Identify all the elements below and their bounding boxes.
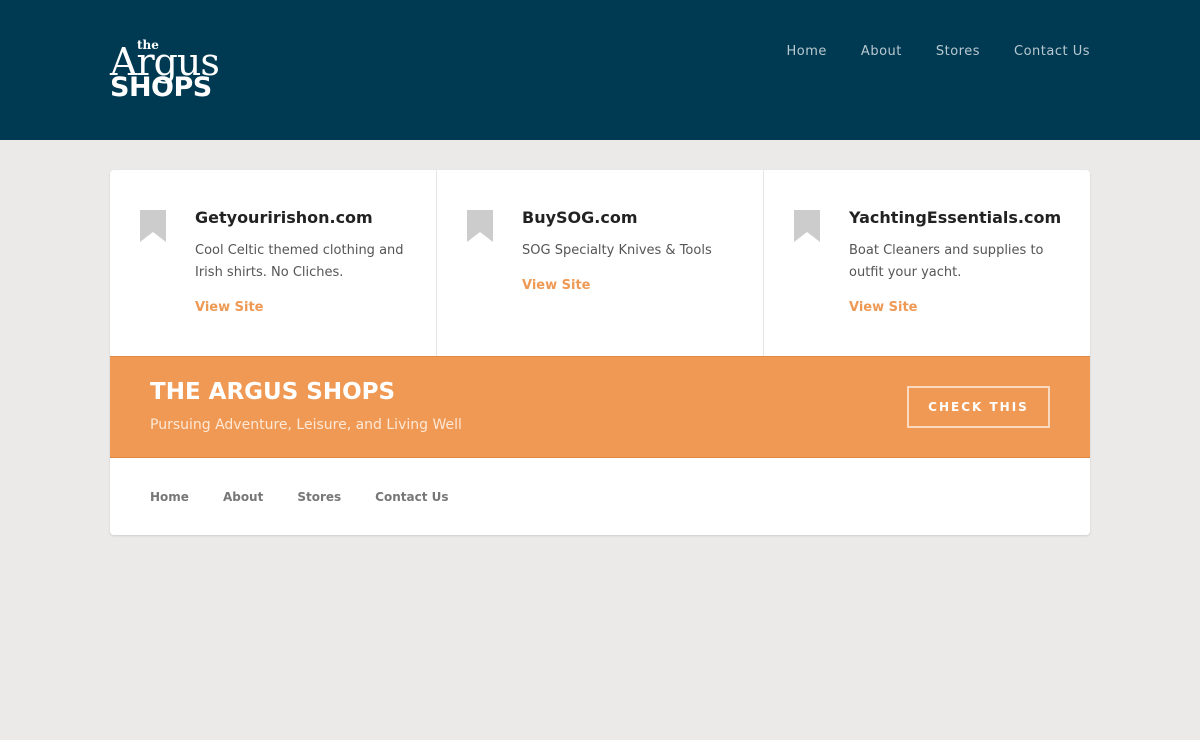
banner-subtitle: Pursuing Adventure, Leisure, and Living … (150, 417, 462, 433)
footer-nav-stores[interactable]: Stores (297, 490, 341, 504)
view-site-link[interactable]: View Site (522, 278, 591, 293)
feature-title: YachtingEssentials.com (849, 208, 1062, 227)
header-nav-home[interactable]: Home (787, 44, 827, 59)
main-card: Getyouririshon.com Cool Celtic themed cl… (110, 170, 1090, 535)
banner-title: THE ARGUS SHOPS (150, 379, 396, 405)
view-site-link[interactable]: View Site (849, 300, 918, 315)
view-site-link[interactable]: View Site (195, 300, 264, 315)
check-this-button[interactable]: CHECK THIS (907, 386, 1050, 428)
bookmark-icon (140, 210, 166, 242)
site-header: the Argus SHOPS Home About Stores Contac… (0, 0, 1200, 140)
feature-description: Cool Celtic themed clothing and Irish sh… (195, 243, 404, 280)
feature-title: BuySOG.com (522, 208, 638, 227)
footer-nav-about[interactable]: About (223, 490, 263, 504)
footer-nav: Home About Stores Contact Us (150, 490, 449, 504)
promo-banner: THE ARGUS SHOPS Pursuing Adventure, Leis… (110, 356, 1090, 458)
header-nav-contact-us[interactable]: Contact Us (1014, 44, 1090, 59)
feature-description: Boat Cleaners and supplies to outfit you… (849, 243, 1044, 280)
bookmark-icon (794, 210, 820, 242)
feature-list: Getyouririshon.com Cool Celtic themed cl… (110, 170, 1090, 356)
footer-nav-home[interactable]: Home (150, 490, 189, 504)
header-nav: Home About Stores Contact Us (787, 44, 1090, 59)
bookmark-icon (467, 210, 493, 242)
feature-description: SOG Specialty Knives & Tools (522, 243, 712, 258)
feature-title: Getyouririshon.com (195, 208, 373, 227)
logo-shops: SHOPS (110, 72, 212, 103)
header-nav-stores[interactable]: Stores (936, 44, 980, 59)
header-nav-about[interactable]: About (861, 44, 902, 59)
argus-shops-logo[interactable]: the Argus SHOPS (110, 38, 236, 102)
feature-getyouririshon: Getyouririshon.com Cool Celtic themed cl… (110, 170, 436, 356)
feature-buysog: BuySOG.com SOG Specialty Knives & Tools … (436, 170, 763, 356)
footer-nav-contact-us[interactable]: Contact Us (375, 490, 448, 504)
feature-yachtingessentials: YachtingEssentials.com Boat Cleaners and… (763, 170, 1090, 356)
